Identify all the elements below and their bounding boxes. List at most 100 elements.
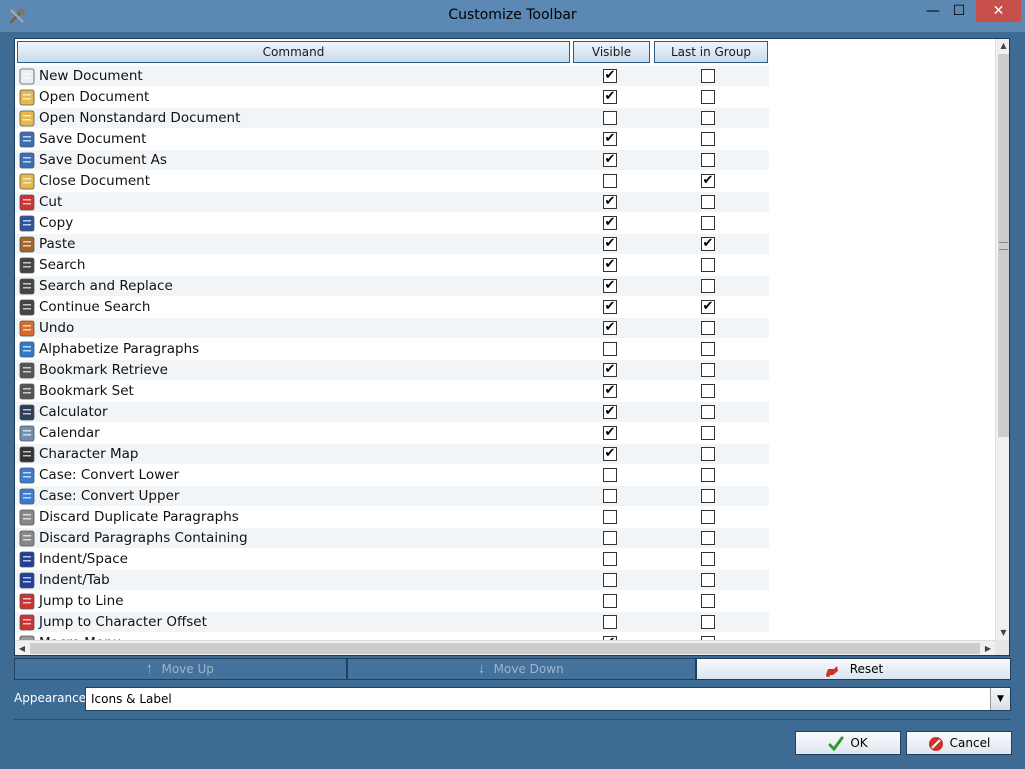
- table-row[interactable]: Alphabetize Paragraphs: [15, 339, 769, 360]
- table-row[interactable]: Open Document ✔: [15, 87, 769, 108]
- cancel-button[interactable]: Cancel: [906, 731, 1012, 755]
- table-row[interactable]: Search and Replace ✔: [15, 276, 769, 297]
- last-in-group-checkbox[interactable]: ✔: [701, 174, 715, 188]
- table-row[interactable]: Copy ✔: [15, 213, 769, 234]
- table-row[interactable]: Paste ✔ ✔: [15, 234, 769, 255]
- visible-checkbox[interactable]: ✔: [603, 447, 617, 461]
- visible-checkbox[interactable]: ✔: [603, 195, 617, 209]
- ok-button[interactable]: OK: [795, 731, 901, 755]
- vertical-scrollbar[interactable]: ▲ ▼: [995, 39, 1009, 640]
- last-in-group-checkbox[interactable]: [701, 531, 715, 545]
- last-in-group-checkbox[interactable]: [701, 489, 715, 503]
- table-row[interactable]: Calendar ✔: [15, 423, 769, 444]
- table-row[interactable]: Cut ✔: [15, 192, 769, 213]
- table-row[interactable]: Character Map ✔: [15, 444, 769, 465]
- maximize-button[interactable]: ☐: [946, 0, 972, 22]
- visible-checkbox[interactable]: ✔: [603, 300, 617, 314]
- last-in-group-checkbox[interactable]: [701, 258, 715, 272]
- last-in-group-checkbox[interactable]: [701, 447, 715, 461]
- visible-checkbox[interactable]: [603, 342, 617, 356]
- visible-checkbox[interactable]: ✔: [603, 216, 617, 230]
- last-in-group-checkbox[interactable]: [701, 510, 715, 524]
- horizontal-scroll-thumb[interactable]: [30, 643, 980, 654]
- move-up-button[interactable]: 🠑 Move Up: [14, 658, 347, 680]
- visible-checkbox[interactable]: [603, 573, 617, 587]
- column-header-command[interactable]: Command: [17, 41, 570, 63]
- column-header-visible[interactable]: Visible: [573, 41, 650, 63]
- last-in-group-checkbox[interactable]: [701, 552, 715, 566]
- horizontal-scrollbar[interactable]: ◀ ▶: [15, 640, 995, 655]
- visible-checkbox[interactable]: [603, 552, 617, 566]
- vertical-scroll-thumb[interactable]: [998, 54, 1009, 437]
- table-row[interactable]: Case: Convert Lower: [15, 465, 769, 486]
- table-row[interactable]: Discard Duplicate Paragraphs: [15, 507, 769, 528]
- last-in-group-checkbox[interactable]: [701, 342, 715, 356]
- visible-checkbox[interactable]: [603, 594, 617, 608]
- visible-checkbox[interactable]: ✔: [603, 69, 617, 83]
- appearance-select[interactable]: Icons & Label ▼: [85, 687, 1011, 711]
- scroll-up-icon[interactable]: ▲: [996, 39, 1009, 53]
- last-in-group-checkbox[interactable]: [701, 90, 715, 104]
- last-in-group-checkbox[interactable]: [701, 195, 715, 209]
- table-row[interactable]: Open Nonstandard Document: [15, 108, 769, 129]
- last-in-group-checkbox[interactable]: [701, 279, 715, 293]
- chevron-down-icon[interactable]: ▼: [990, 688, 1010, 710]
- last-in-group-checkbox[interactable]: [701, 468, 715, 482]
- move-down-button[interactable]: 🠓 Move Down: [347, 658, 696, 680]
- last-in-group-checkbox[interactable]: [701, 69, 715, 83]
- table-row[interactable]: Indent/Tab: [15, 570, 769, 591]
- table-row[interactable]: Jump to Character Offset: [15, 612, 769, 633]
- last-in-group-checkbox[interactable]: ✔: [701, 300, 715, 314]
- last-in-group-checkbox[interactable]: [701, 153, 715, 167]
- table-row[interactable]: Jump to Line: [15, 591, 769, 612]
- visible-checkbox[interactable]: ✔: [603, 321, 617, 335]
- visible-checkbox[interactable]: ✔: [603, 405, 617, 419]
- scroll-right-icon[interactable]: ▶: [981, 641, 995, 655]
- visible-checkbox[interactable]: [603, 111, 617, 125]
- table-row[interactable]: Close Document ✔: [15, 171, 769, 192]
- last-in-group-checkbox[interactable]: [701, 426, 715, 440]
- close-button[interactable]: ✕: [976, 0, 1021, 22]
- visible-checkbox[interactable]: [603, 615, 617, 629]
- last-in-group-checkbox[interactable]: [701, 384, 715, 398]
- visible-checkbox[interactable]: [603, 468, 617, 482]
- table-row[interactable]: Save Document As ✔: [15, 150, 769, 171]
- last-in-group-checkbox[interactable]: [701, 216, 715, 230]
- table-row[interactable]: Search ✔: [15, 255, 769, 276]
- table-row[interactable]: Indent/Space: [15, 549, 769, 570]
- table-row[interactable]: Calculator ✔: [15, 402, 769, 423]
- visible-checkbox[interactable]: ✔: [603, 237, 617, 251]
- table-row[interactable]: Macro Menu✔: [15, 633, 769, 640]
- visible-checkbox[interactable]: ✔: [603, 279, 617, 293]
- minimize-button[interactable]: —: [920, 0, 946, 22]
- visible-checkbox[interactable]: ✔: [603, 426, 617, 440]
- visible-checkbox[interactable]: ✔: [603, 90, 617, 104]
- last-in-group-checkbox[interactable]: [701, 615, 715, 629]
- table-row[interactable]: Undo ✔: [15, 318, 769, 339]
- visible-checkbox[interactable]: ✔: [603, 153, 617, 167]
- scroll-left-icon[interactable]: ◀: [15, 641, 29, 655]
- last-in-group-checkbox[interactable]: ✔: [701, 237, 715, 251]
- table-row[interactable]: Save Document ✔: [15, 129, 769, 150]
- last-in-group-checkbox[interactable]: [701, 321, 715, 335]
- column-header-last-in-group[interactable]: Last in Group: [654, 41, 768, 63]
- reset-button[interactable]: Reset: [696, 658, 1011, 680]
- last-in-group-checkbox[interactable]: [701, 363, 715, 377]
- last-in-group-checkbox[interactable]: [701, 594, 715, 608]
- table-row[interactable]: Discard Paragraphs Containing: [15, 528, 769, 549]
- table-row[interactable]: Case: Convert Upper: [15, 486, 769, 507]
- last-in-group-checkbox[interactable]: [701, 132, 715, 146]
- table-row[interactable]: New Document ✔: [15, 66, 769, 87]
- last-in-group-checkbox[interactable]: [701, 111, 715, 125]
- visible-checkbox[interactable]: [603, 531, 617, 545]
- table-row[interactable]: Bookmark Set ✔: [15, 381, 769, 402]
- visible-checkbox[interactable]: ✔: [603, 384, 617, 398]
- last-in-group-checkbox[interactable]: [701, 405, 715, 419]
- visible-checkbox[interactable]: [603, 489, 617, 503]
- table-row[interactable]: Bookmark Retrieve ✔: [15, 360, 769, 381]
- scroll-down-icon[interactable]: ▼: [996, 626, 1009, 640]
- visible-checkbox[interactable]: ✔: [603, 258, 617, 272]
- visible-checkbox[interactable]: ✔: [603, 132, 617, 146]
- visible-checkbox[interactable]: ✔: [603, 363, 617, 377]
- visible-checkbox[interactable]: [603, 174, 617, 188]
